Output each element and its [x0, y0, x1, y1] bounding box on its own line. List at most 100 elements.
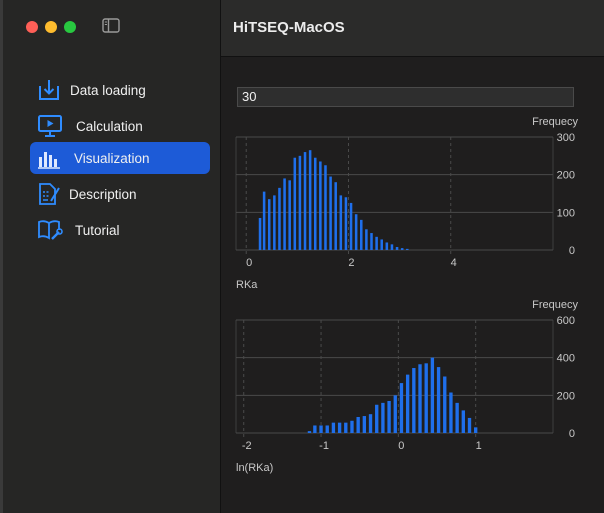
histogram-bar: [368, 414, 373, 433]
histogram-bar: [393, 395, 397, 433]
zoom-button[interactable]: [64, 21, 76, 33]
histogram-bar: [406, 248, 409, 250]
histogram-bar: [424, 363, 428, 433]
histogram-bar: [449, 392, 453, 433]
histogram-bar: [375, 404, 379, 433]
y-tick-label: 0: [569, 428, 575, 440]
histogram-bar: [375, 236, 378, 250]
sidebar: Data loading Calculation Visualization D…: [0, 0, 221, 513]
histogram-bar: [400, 248, 404, 250]
histogram-bar: [325, 425, 329, 433]
book-wrench-icon: [38, 220, 63, 240]
histogram-bar: [356, 416, 360, 433]
sidebar-item-tutorial[interactable]: Tutorial: [30, 214, 210, 246]
y-axis-label: Frequecy: [532, 299, 578, 311]
x-axis-label: ln(RKa): [236, 462, 273, 474]
y-tick-label: 600: [557, 315, 575, 327]
histogram-bar: [467, 417, 472, 433]
histogram-bar: [262, 191, 266, 250]
histogram-bar: [337, 422, 342, 433]
histogram-bar: [344, 422, 348, 433]
x-tick-label: 0: [398, 440, 404, 452]
histogram-bar: [390, 244, 394, 250]
download-tray-icon: [39, 80, 59, 100]
sidebar-toggle-icon[interactable]: [102, 18, 120, 33]
histogram-bar: [307, 431, 312, 433]
histogram-rka: 0 100 200 300 0 2 4 Frequecy RKa: [235, 116, 578, 291]
histogram-bar: [395, 246, 399, 250]
histogram-bar: [387, 400, 391, 433]
histogram-bar: [313, 157, 317, 250]
histogram-bar: [339, 195, 343, 250]
histogram-bar: [362, 416, 367, 433]
histogram-bar: [267, 199, 271, 250]
histogram-bar: [324, 165, 327, 250]
x-tick-label: 2: [348, 257, 354, 269]
histogram-bar: [283, 178, 286, 250]
x-tick-label: 4: [451, 257, 457, 269]
histogram-bar: [350, 420, 354, 433]
window-title: HiTSEQ-MacOS: [233, 19, 345, 36]
close-button[interactable]: [26, 21, 38, 33]
y-tick-label: 300: [557, 132, 575, 144]
histogram-bar: [418, 364, 422, 433]
histogram-bar: [370, 233, 373, 250]
histogram-bar: [412, 368, 416, 433]
histogram-bar: [359, 219, 363, 250]
histogram-bar: [308, 150, 312, 250]
histogram-bar: [380, 239, 383, 250]
histogram-bar: [329, 176, 332, 250]
bar-chart-icon: [38, 152, 60, 169]
histogram-bar: [288, 180, 291, 250]
bins-input[interactable]: [237, 87, 574, 107]
histogram-bar: [381, 402, 385, 433]
histogram-bar: [455, 402, 459, 433]
histogram-bar: [385, 242, 389, 250]
histogram-bar: [344, 197, 348, 250]
histogram-bar: [399, 383, 404, 433]
x-axis-label: RKa: [236, 279, 258, 291]
x-tick-label: -1: [319, 440, 329, 452]
minimize-button[interactable]: [45, 21, 57, 33]
x-tick-label: 0: [246, 257, 252, 269]
x-tick-label: -2: [242, 440, 252, 452]
histogram-ln-rka: 0 200 400 600 -2 -1 0 1 Frequecy ln(RKa): [235, 299, 578, 474]
sidebar-item-calculation[interactable]: Calculation: [30, 110, 210, 142]
histogram-bar: [430, 357, 435, 433]
histogram-bar: [461, 410, 465, 433]
sidebar-item-data-loading[interactable]: Data loading: [30, 74, 210, 106]
histogram-bar: [258, 217, 262, 250]
histogram-bar: [293, 157, 297, 250]
y-tick-label: 200: [557, 390, 575, 402]
histogram-bar: [319, 161, 322, 250]
histogram-bar: [436, 367, 441, 433]
x-tick-label: 1: [476, 440, 482, 452]
sidebar-item-label: Description: [69, 186, 137, 202]
histogram-bar: [443, 376, 447, 433]
window-edge: [0, 0, 3, 513]
sidebar-item-label: Tutorial: [75, 222, 120, 238]
y-axis-label: Frequecy: [532, 116, 578, 128]
histogram-bar: [405, 374, 410, 433]
visualization-panel: 0100200300024FrequecyRKa 0200400600-2-10…: [221, 57, 604, 513]
histogram-bar: [319, 425, 323, 433]
sidebar-item-visualization[interactable]: Visualization: [30, 142, 210, 174]
histogram-bar: [331, 422, 336, 433]
histogram-bar: [365, 229, 368, 250]
histogram-bar: [303, 152, 307, 250]
y-tick-label: 200: [557, 170, 575, 182]
histogram-bar: [313, 425, 317, 433]
sidebar-item-label: Data loading: [70, 82, 146, 98]
app-window: Data loading Calculation Visualization D…: [0, 0, 604, 513]
document-pencil-icon: [39, 183, 60, 205]
title-bar: HiTSEQ-MacOS: [221, 0, 604, 57]
sidebar-item-description[interactable]: Description: [30, 178, 210, 210]
histogram-bar: [354, 214, 358, 250]
histogram-bar: [334, 182, 337, 250]
y-tick-label: 0: [569, 245, 575, 257]
histogram-bar: [273, 195, 276, 250]
sidebar-item-label: Calculation: [76, 118, 143, 134]
histogram-bar: [474, 427, 478, 433]
histogram-bar: [298, 155, 302, 250]
histogram-bar: [278, 187, 281, 250]
